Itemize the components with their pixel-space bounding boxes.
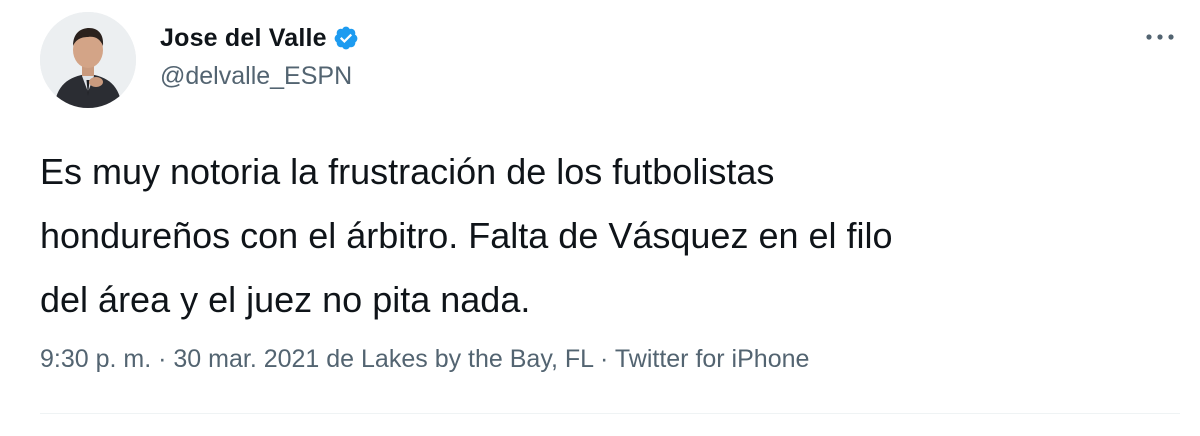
tweet-text: Es muy notoria la frustración de los fut…	[40, 151, 893, 320]
verified-badge-icon	[333, 25, 359, 51]
more-options-button[interactable]	[1138, 22, 1182, 52]
divider	[40, 413, 1180, 414]
author-block: Jose del Valle @delvalle_ESPN	[160, 18, 359, 91]
display-name[interactable]: Jose del Valle	[160, 24, 327, 53]
more-horizontal-icon	[1146, 34, 1174, 40]
meta-separator: ·	[593, 345, 615, 373]
avatar[interactable]	[40, 12, 136, 108]
location-prefix: de	[319, 345, 362, 373]
tweet-source[interactable]: Twitter for iPhone	[615, 345, 810, 373]
name-row: Jose del Valle	[160, 18, 359, 58]
meta-separator: ·	[151, 345, 174, 373]
avatar-image	[40, 12, 136, 108]
user-handle[interactable]: @delvalle_ESPN	[160, 62, 359, 91]
tweet-meta: 9:30 p. m. · 30 mar. 2021 de Lakes by th…	[40, 345, 809, 374]
tweet-card: Jose del Valle @delvalle_ESPN Es muy not…	[0, 0, 1200, 436]
tweet-date[interactable]: 30 mar. 2021	[173, 345, 319, 373]
tweet-location[interactable]: Lakes by the Bay, FL	[361, 345, 593, 373]
tweet-time[interactable]: 9:30 p. m.	[40, 345, 151, 373]
